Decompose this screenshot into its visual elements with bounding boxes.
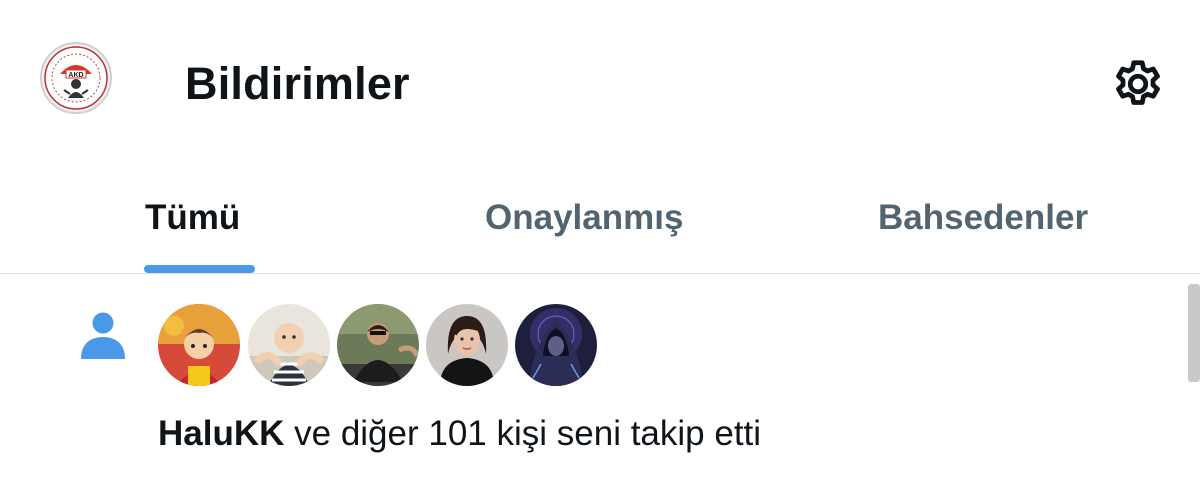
tab-verified[interactable]: Onaylanmış xyxy=(485,196,683,256)
follower-avatar[interactable] xyxy=(248,304,330,386)
follower-avatar[interactable] xyxy=(426,304,508,386)
notification-message: ve diğer 101 kişi seni takip etti xyxy=(284,414,762,453)
gear-icon xyxy=(1116,60,1160,105)
scrollbar[interactable] xyxy=(1188,284,1200,382)
notification-text: HaluKK ve diğer 101 kişi seni takip etti xyxy=(158,412,761,456)
follow-notification[interactable]: HaluKK ve diğer 101 kişi seni takip etti xyxy=(0,274,1200,489)
avatar-4 xyxy=(426,304,508,386)
avatar-1 xyxy=(158,304,240,386)
follower-avatar[interactable] xyxy=(337,304,419,386)
profile-badge-text: AKD xyxy=(68,72,83,79)
person-icon xyxy=(81,312,125,359)
profile-logo-icon: AKD xyxy=(44,46,108,110)
active-tab-indicator xyxy=(144,265,255,273)
page-title: Bildirimler xyxy=(185,58,410,109)
avatar-3 xyxy=(337,304,419,386)
tab-mentions[interactable]: Bahsedenler xyxy=(878,196,1088,256)
notification-tabs: Tümü Onaylanmış Bahsedenler xyxy=(0,180,1200,275)
profile-avatar[interactable]: AKD xyxy=(40,42,112,114)
settings-button[interactable] xyxy=(1108,54,1168,114)
tab-all[interactable]: Tümü xyxy=(145,196,240,256)
notifications-page: AKD Bildirimler Tümü Onaylanmış Bahseden… xyxy=(0,0,1200,489)
follower-avatar[interactable] xyxy=(158,304,240,386)
follower-avatar[interactable] xyxy=(515,304,597,386)
avatar-2 xyxy=(248,304,330,386)
notification-actor[interactable]: HaluKK xyxy=(158,414,284,453)
avatar-5 xyxy=(515,304,597,386)
